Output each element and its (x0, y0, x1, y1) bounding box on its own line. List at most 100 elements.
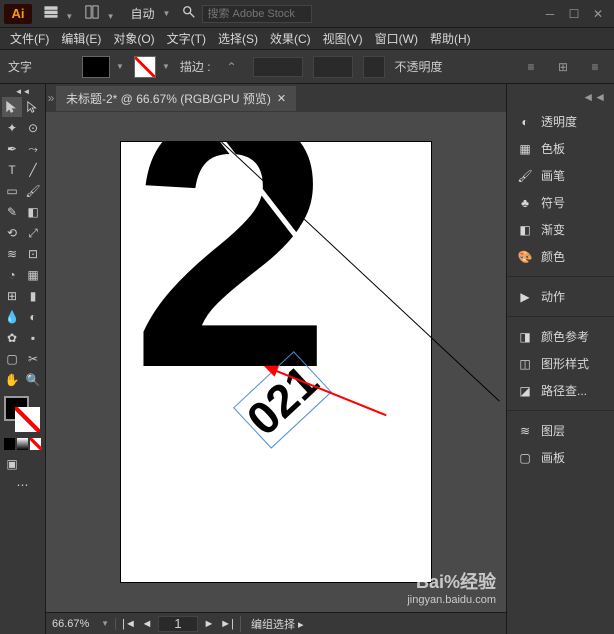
panel-label: 颜色参考 (541, 328, 589, 345)
line-tool[interactable]: ╱ (23, 160, 43, 180)
gradient-tool[interactable]: ▮ (23, 286, 43, 306)
menu-window[interactable]: 窗口(W) (369, 28, 424, 49)
document-tab[interactable]: 未标题-2* @ 66.67% (RGB/GPU 预览) ✕ (56, 86, 296, 111)
direct-select-tool[interactable] (23, 97, 43, 117)
panel-swatches[interactable]: ▦ 色板 (507, 135, 614, 162)
stock-search-input[interactable] (202, 5, 312, 23)
layout-label: 自动 (131, 5, 155, 22)
prev-artboard-button[interactable]: ◄ (140, 617, 154, 631)
control-bar: 文字 ▼ ▼ 描边 : ⌃ 不透明度 ≡ ⊞ ≡ (0, 50, 614, 84)
chevron-down-icon[interactable]: ▼ (163, 9, 171, 18)
app-logo: Ai (4, 4, 32, 24)
symbols-icon: ♣ (517, 196, 533, 210)
watermark-url: jingyan.baidu.com (407, 594, 496, 606)
hand-tool[interactable]: ✋ (2, 370, 22, 390)
brush-def[interactable] (363, 56, 385, 78)
pen-tool[interactable]: ✒ (2, 139, 22, 159)
width-tool[interactable]: ≋ (2, 244, 22, 264)
screen-mode[interactable]: ▣ (2, 454, 22, 474)
stroke-color-swatch[interactable] (134, 56, 156, 78)
panel-artboards[interactable]: ▢画板 (507, 444, 614, 471)
menu-effect[interactable]: 效果(C) (264, 28, 317, 49)
zoom-tool[interactable]: 🔍 (23, 370, 43, 390)
panel-graphic-styles[interactable]: ◫图形样式 (507, 350, 614, 377)
fill-stroke-color[interactable] (4, 396, 40, 432)
tabs-collapse[interactable]: » (46, 91, 56, 105)
scale-tool[interactable]: ⤢ (23, 223, 43, 243)
panel-gradient[interactable]: ◧渐变 (507, 216, 614, 243)
curvature-tool[interactable]: ⤳ (23, 139, 43, 159)
align-icon[interactable]: ≡ (520, 56, 542, 78)
panel-menu-icon[interactable]: ≡ (584, 56, 606, 78)
transform-icon[interactable]: ⊞ (552, 56, 574, 78)
last-artboard-button[interactable]: ►| (220, 617, 234, 631)
canvas-area: » 未标题-2* @ 66.67% (RGB/GPU 预览) ✕ 2 2 021… (46, 84, 506, 634)
selection-tool[interactable] (2, 97, 22, 117)
first-artboard-button[interactable]: |◄ (122, 617, 136, 631)
panel-brushes[interactable]: 🖌画笔 (507, 162, 614, 189)
panel-symbols[interactable]: ♣符号 (507, 189, 614, 216)
panel-label: 路径查... (541, 382, 587, 399)
slice-tool[interactable]: ✂ (23, 349, 43, 369)
panel-label: 画板 (541, 449, 565, 466)
var-width-profile[interactable] (313, 56, 353, 78)
chevron-down-icon[interactable]: ▼ (116, 62, 124, 71)
menu-help[interactable]: 帮助(H) (424, 28, 477, 49)
perspective-tool[interactable]: ▦ (23, 265, 43, 285)
menu-edit[interactable]: 编辑(E) (55, 28, 107, 49)
minimize-button[interactable]: ─ (538, 4, 562, 24)
zoom-level[interactable]: 66.67% ▼ (46, 618, 116, 630)
edit-toolbar[interactable]: ⋯ (2, 475, 43, 495)
panel-transparency[interactable]: ◐透明度 (507, 108, 614, 135)
stepper-down-icon[interactable]: ⌃ (221, 56, 243, 78)
menu-select[interactable]: 选择(S) (212, 28, 264, 49)
panels-collapse[interactable]: ◄◄ (507, 90, 614, 108)
menu-type[interactable]: 文字(T) (161, 28, 212, 49)
mesh-tool[interactable]: ⊞ (2, 286, 22, 306)
shaper-tool[interactable]: ✎ (2, 202, 22, 222)
stroke-weight-input[interactable] (253, 57, 303, 77)
panels-dock: ◄◄ ◐透明度 ▦ 色板 🖌画笔 ♣符号 ◧渐变 🎨颜色 ▶动作 ◨颜色参考 ◫图… (506, 84, 614, 634)
arrange-docs[interactable]: ▼ (79, 3, 120, 24)
artboard-viewport[interactable]: 2 2 021 (46, 112, 506, 612)
eyedropper-tool[interactable]: 💧 (2, 307, 22, 327)
color-modes[interactable] (4, 438, 41, 450)
blend-tool[interactable]: ◐ (23, 307, 43, 327)
panel-color-guide[interactable]: ◨颜色参考 (507, 323, 614, 350)
selection-status[interactable]: 编组选择 ▸ (241, 616, 314, 632)
panel-pathfinder[interactable]: ◪路径查... (507, 377, 614, 404)
panel-color[interactable]: 🎨颜色 (507, 243, 614, 270)
rotate-tool[interactable]: ⟲ (2, 223, 22, 243)
rectangle-tool[interactable]: ▭ (2, 181, 22, 201)
swatches-icon: ▦ (517, 142, 533, 156)
magic-wand-tool[interactable]: ✦ (2, 118, 22, 138)
artboard-number-input[interactable] (158, 616, 198, 632)
fill-color-swatch[interactable] (82, 56, 110, 78)
lasso-tool[interactable]: ⊙ (23, 118, 43, 138)
panel-actions[interactable]: ▶动作 (507, 283, 614, 310)
search-icon[interactable] (176, 3, 202, 24)
close-icon[interactable]: ✕ (277, 92, 286, 105)
graph-tool[interactable]: ▪ (23, 328, 43, 348)
artboard-tool[interactable]: ▢ (2, 349, 22, 369)
eraser-tool[interactable]: ◧ (23, 202, 43, 222)
workspace-switcher[interactable]: ▼ (38, 3, 79, 24)
type-tool[interactable]: T (2, 160, 22, 180)
free-transform-tool[interactable]: ⊡ (23, 244, 43, 264)
chevron-down-icon[interactable]: ▼ (162, 62, 170, 71)
panel-layers[interactable]: ≋图层 (507, 417, 614, 444)
menu-file[interactable]: 文件(F) (4, 28, 55, 49)
close-button[interactable]: ✕ (586, 4, 610, 24)
document-title: 未标题-2* @ 66.67% (RGB/GPU 预览) (66, 90, 271, 107)
symbol-sprayer-tool[interactable]: ✿ (2, 328, 22, 348)
menu-view[interactable]: 视图(V) (317, 28, 369, 49)
shape-builder-tool[interactable]: ◔ (2, 265, 22, 285)
title-bar: Ai ▼ ▼ 自动 ▼ ─ ☐ ✕ (0, 0, 614, 28)
next-artboard-button[interactable]: ► (202, 617, 216, 631)
collapse-handle[interactable]: ◄◄ (2, 86, 43, 96)
artboard: 2 2 021 (121, 142, 431, 582)
maximize-button[interactable]: ☐ (562, 4, 586, 24)
brush-tool[interactable]: 🖌 (23, 181, 43, 201)
panel-label: 色板 (541, 140, 565, 157)
menu-object[interactable]: 对象(O) (107, 28, 160, 49)
